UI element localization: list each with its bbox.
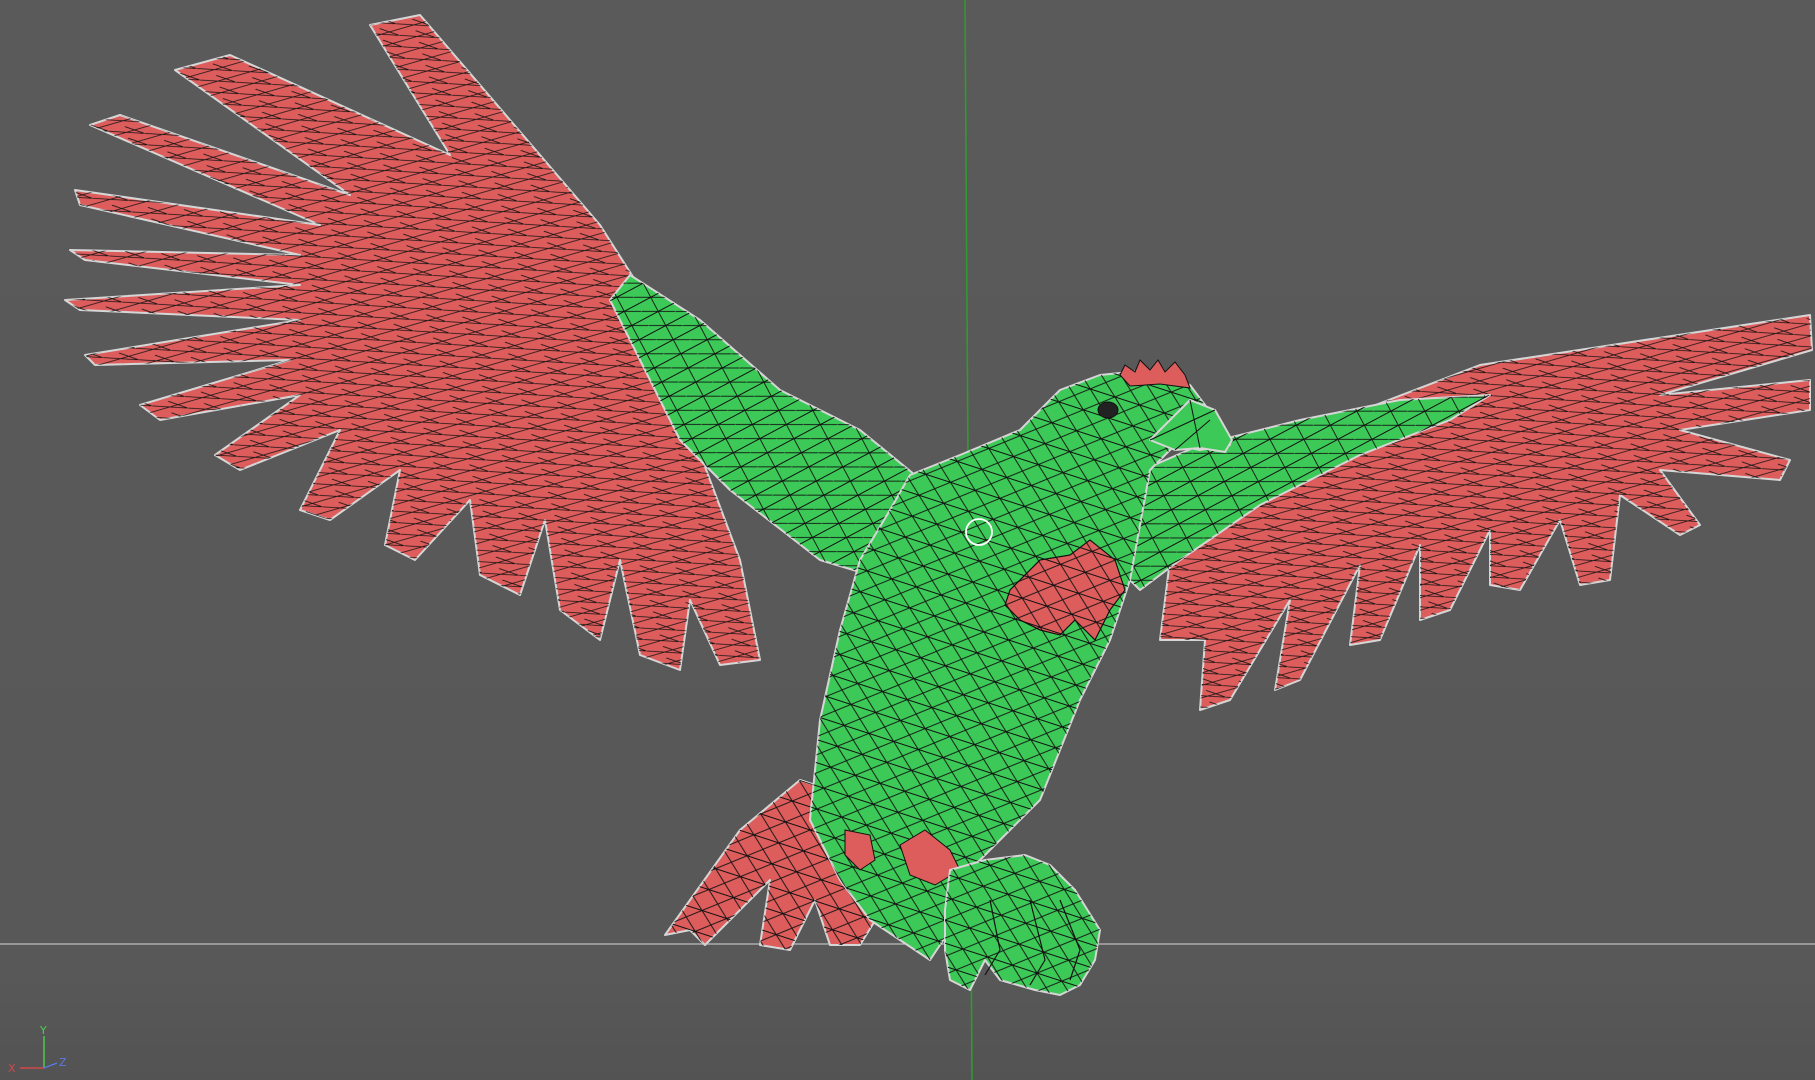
axis-gizmo: Y X Z: [8, 1024, 67, 1075]
head-crest: [1119, 359, 1191, 389]
3d-viewport[interactable]: Y X Z: [0, 0, 1815, 1080]
viewport-scene[interactable]: [0, 0, 1815, 1080]
eagle-eye: [1097, 401, 1119, 419]
right-wing-feathers: [1159, 314, 1813, 711]
eagle-talons: [944, 854, 1101, 996]
axis-x-label: X: [8, 1062, 16, 1075]
axis-y-label: Y: [39, 1024, 47, 1037]
axis-z-label: Z: [59, 1056, 67, 1069]
axis-gizmo-z: [43, 1062, 58, 1069]
eagle-mesh[interactable]: [64, 14, 1813, 996]
